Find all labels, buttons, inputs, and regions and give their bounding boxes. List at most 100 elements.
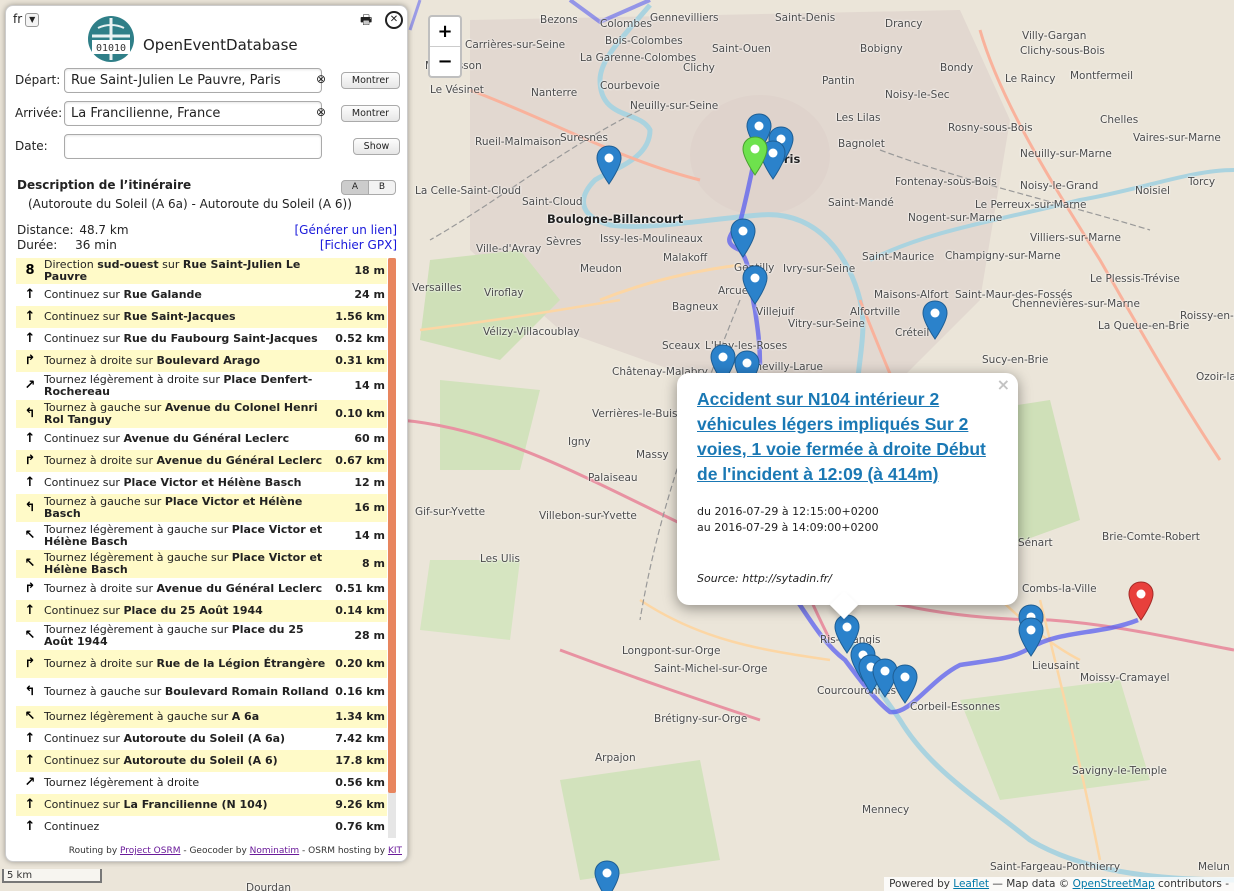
- itinerary-step[interactable]: ↖ Tournez légèrement à gauche sur Place V…: [16, 550, 387, 578]
- itinerary-step[interactable]: ↱ Tournez à droite sur Avenue du Général …: [16, 578, 387, 600]
- itinerary-step[interactable]: ↑ Continuez sur La Francilienne (N 104) 9.…: [16, 794, 387, 816]
- gpx-file-link[interactable]: [Fichier GPX]: [320, 238, 397, 252]
- itinerary-step[interactable]: ↗ Tournez légèrement à droite sur Place D…: [16, 372, 387, 400]
- place-label: Versailles: [412, 282, 462, 294]
- close-panel-icon[interactable]: ✕: [385, 11, 403, 29]
- itinerary-step[interactable]: ↱ Tournez à droite sur Boulevard Arago 0.3…: [16, 350, 387, 372]
- kit-link[interactable]: KIT: [388, 846, 402, 856]
- date-label: Date:: [15, 139, 48, 153]
- step-text: Continuez sur: [44, 732, 124, 745]
- incident-title-link[interactable]: Accident sur N104 intérieur 2 véhicules …: [697, 387, 1007, 487]
- event-marker-blue[interactable]: [922, 300, 948, 340]
- itinerary-step[interactable]: 8 Direction sud-ouest sur Rue Saint-Julie…: [16, 258, 387, 284]
- itinerary-step[interactable]: ↰ Tournez à gauche sur Avenue du Colonel …: [16, 400, 387, 428]
- route-summary: (Autoroute du Soleil (A 6a) - Autoroute …: [28, 197, 352, 211]
- app-title: OpenEventDatabase: [143, 36, 298, 54]
- itinerary-steps-list[interactable]: 8 Direction sud-ouest sur Rue Saint-Julie…: [16, 258, 393, 838]
- itinerary-step[interactable]: ↑ Continuez sur Place du 25 Août 1944 0.14…: [16, 600, 387, 622]
- place-label: Moissy-Cramayel: [1080, 672, 1170, 684]
- depart-input[interactable]: Rue Saint-Julien Le Pauvre, Paris: [64, 68, 322, 93]
- step-distance: 24 m: [354, 288, 385, 301]
- itinerary-step[interactable]: ↗ Tournez légèrement à droite 0.56 km: [16, 772, 387, 794]
- incident-end-time: au 2016-07-29 à 14:09:00+0200: [697, 521, 879, 534]
- step-street: A 6a: [231, 710, 260, 723]
- clear-depart-icon[interactable]: ⊗: [316, 72, 326, 86]
- generate-link[interactable]: [Générer un lien]: [294, 223, 397, 237]
- step-instruction: Continuez sur Place Victor et Hélène Bas…: [44, 477, 333, 489]
- print-icon[interactable]: 🖶: [360, 11, 372, 33]
- step-street: Avenue du Général Leclerc: [156, 582, 323, 595]
- step-instruction: Continuez sur Rue Saint-Jacques: [44, 311, 333, 323]
- openstreetmap-link[interactable]: OpenStreetMap: [1073, 878, 1155, 890]
- step-street: Place Victor et Hélène Basch: [123, 476, 302, 489]
- itinerary-step[interactable]: ↰ Tournez à gauche sur Boulevard Romain R…: [16, 678, 387, 706]
- step-distance: 0.51 km: [335, 582, 385, 595]
- itinerary-step[interactable]: ↑ Continuez sur Autoroute du Soleil (A 6a…: [16, 728, 387, 750]
- event-marker-blue[interactable]: [892, 664, 918, 704]
- slight-left-icon: ↖: [24, 709, 36, 724]
- place-label: Neuilly-sur-Marne: [1020, 148, 1112, 160]
- step-street: Avenue du Général Leclerc: [156, 454, 323, 467]
- step-instruction: Tournez à droite sur Boulevard Arago: [44, 355, 333, 367]
- step-instruction: Continuez sur Autoroute du Soleil (A 6): [44, 755, 333, 767]
- leaflet-link[interactable]: Leaflet: [953, 878, 989, 890]
- place-label: Courbevoie: [600, 80, 660, 92]
- place-label: Villy-Gargan: [1022, 30, 1087, 42]
- route-end-marker[interactable]: [1128, 581, 1154, 621]
- place-label: Suresnes: [560, 132, 608, 144]
- itinerary-step[interactable]: ↑ Continuez sur Rue Galande 24 m: [16, 284, 387, 306]
- step-text: Continuez sur: [44, 288, 124, 301]
- step-instruction: Tournez à gauche sur Boulevard Romain Ro…: [44, 686, 333, 698]
- route-a-button[interactable]: A: [341, 180, 369, 195]
- event-marker-blue[interactable]: [742, 265, 768, 305]
- show-date-button[interactable]: Show: [353, 138, 400, 155]
- itinerary-step[interactable]: ↑ Continuez sur Avenue du Général Leclerc…: [16, 428, 387, 450]
- step-text: Continuez sur: [44, 432, 124, 445]
- zoom-in-button[interactable]: +: [430, 17, 460, 47]
- straight-arrow-icon: ↑: [24, 753, 36, 768]
- date-input[interactable]: [64, 134, 322, 159]
- event-marker-blue[interactable]: [596, 145, 622, 185]
- place-label: Alfortville: [850, 306, 901, 318]
- event-marker-blue[interactable]: [1018, 617, 1044, 657]
- clear-arrivee-icon[interactable]: ⊗: [316, 105, 326, 119]
- step-text: Continuez sur: [44, 798, 124, 811]
- route-b-button[interactable]: B: [368, 180, 396, 195]
- duration-row: Durée: 36 min: [17, 238, 117, 252]
- steps-scrollbar[interactable]: [388, 258, 396, 838]
- show-arrivee-button[interactable]: Montrer: [341, 105, 400, 122]
- event-marker-blue[interactable]: [730, 218, 756, 258]
- osrm-link[interactable]: Project OSRM: [120, 846, 180, 856]
- step-distance: 9.26 km: [335, 798, 385, 811]
- step-instruction: Continuez sur La Francilienne (N 104): [44, 799, 333, 811]
- itinerary-step[interactable]: ↖ Tournez légèrement à gauche sur Place V…: [16, 522, 387, 550]
- place-label: Gennevilliers: [650, 12, 719, 24]
- chevron-down-icon[interactable]: ▼: [25, 12, 40, 27]
- scrollbar-thumb[interactable]: [388, 258, 396, 793]
- itinerary-step[interactable]: ↑ Continuez sur Rue du Faubourg Saint-Jac…: [16, 328, 387, 350]
- itinerary-step[interactable]: ↑ Continuez 0.76 km: [16, 816, 387, 838]
- itinerary-step[interactable]: ↖ Tournez légèrement à gauche sur A 6a 1.3…: [16, 706, 387, 728]
- itinerary-step[interactable]: ↑ Continuez sur Autoroute du Soleil (A 6)…: [16, 750, 387, 772]
- itinerary-step[interactable]: ↑ Continuez sur Rue Saint-Jacques 1.56 km: [16, 306, 387, 328]
- zoom-out-button[interactable]: −: [430, 47, 460, 76]
- itinerary-step[interactable]: ↱ Tournez à droite sur Rue de la Légion É…: [16, 650, 387, 678]
- step-street: Boulevard Arago: [156, 354, 261, 367]
- step-text: Tournez à gauche sur: [44, 685, 165, 698]
- place-label: Bezons: [540, 14, 578, 26]
- arrivee-input[interactable]: La Francilienne, France: [64, 101, 322, 126]
- itinerary-step[interactable]: ↱ Tournez à droite sur Avenue du Général …: [16, 450, 387, 472]
- language-selector[interactable]: fr ▼: [13, 12, 40, 27]
- itinerary-step[interactable]: ↖ Tournez légèrement à gauche sur Place d…: [16, 622, 387, 650]
- itinerary-step[interactable]: ↑ Continuez sur Place Victor et Hélène Ba…: [16, 472, 387, 494]
- place-label: Ozoir-la-: [1196, 371, 1234, 383]
- step-text: Continuez sur: [44, 332, 124, 345]
- itinerary-step[interactable]: ↰ Tournez à gauche sur Place Victor et Hé…: [16, 494, 387, 522]
- route-start-marker[interactable]: [742, 136, 768, 176]
- place-label: Saint-Mandé: [828, 197, 894, 209]
- event-marker-blue[interactable]: [594, 860, 620, 891]
- straight-arrow-icon: ↑: [24, 309, 36, 324]
- nominatim-link[interactable]: Nominatim: [250, 846, 300, 856]
- step-street: Place du 25 Août 1944: [123, 604, 263, 617]
- show-depart-button[interactable]: Montrer: [341, 72, 400, 89]
